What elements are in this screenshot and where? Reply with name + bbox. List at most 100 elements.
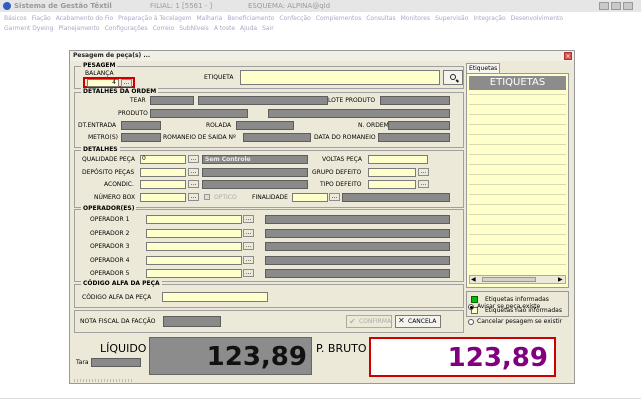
numero-box-lookup-button[interactable]: ... xyxy=(188,193,199,201)
legend-informadas-swatch xyxy=(471,296,478,303)
balanca-field[interactable]: 4 xyxy=(87,79,119,87)
etiquetas-list[interactable] xyxy=(469,91,566,274)
qualidade-lookup-button[interactable]: ... xyxy=(188,155,199,163)
tara-label: Tara xyxy=(76,359,89,366)
menu-item-row2-2[interactable]: Configurações xyxy=(105,25,148,32)
finalidade-field[interactable] xyxy=(292,193,328,202)
qualidade-field[interactable]: 0 xyxy=(140,155,186,164)
lote-produto-label: LOTE PRODUTO xyxy=(328,97,376,104)
produto-field-a[interactable] xyxy=(150,109,248,118)
etiquetas-scrollbar[interactable]: ◀ ▶ xyxy=(469,275,566,284)
romaneio-saida-label: ROMANEIO DE SAIDA Nº xyxy=(163,134,236,141)
tear-field-a[interactable] xyxy=(150,96,194,105)
balanca-lookup-button[interactable]: ... xyxy=(121,79,132,87)
operador-field-1[interactable] xyxy=(146,215,242,224)
menu-item-12[interactable]: Desenvolvimento xyxy=(511,15,563,22)
operador-lookup-button-2[interactable]: ... xyxy=(243,228,254,237)
menu-item-8[interactable]: Consultas xyxy=(366,15,395,22)
grupo-defeito-lookup-button[interactable]: ... xyxy=(418,168,429,176)
menu-item-4[interactable]: Malharia xyxy=(197,15,223,22)
menu-item-row2-4[interactable]: SubNíveis xyxy=(179,25,209,32)
scroll-left-icon[interactable]: ◀ xyxy=(471,276,476,283)
optico-label: OPTICO xyxy=(214,194,237,201)
tipo-defeito-field[interactable] xyxy=(368,180,416,189)
menu-item-9[interactable]: Monitores xyxy=(401,15,431,22)
operador-lookup-button-5[interactable]: ... xyxy=(243,269,254,277)
radio-avisar-dot xyxy=(470,306,473,309)
n-ordem-label: N. ORDEM xyxy=(358,122,389,129)
operador-name-field-1 xyxy=(265,215,450,224)
n-ordem-field[interactable] xyxy=(388,121,450,130)
acondic-field[interactable] xyxy=(140,180,186,189)
menu-item-2[interactable]: Acabamento do Fio xyxy=(56,15,113,22)
lote-produto-field[interactable] xyxy=(380,96,450,105)
dialog-close-button[interactable]: × xyxy=(564,52,572,60)
operador-lookup-button-3[interactable]: ... xyxy=(243,242,254,250)
minimize-button[interactable] xyxy=(599,2,609,10)
cancela-label: CANCELA xyxy=(408,318,437,325)
etiqueta-label: ETIQUETA xyxy=(204,74,234,81)
nota-fiscal-label: NOTA FISCAL DA FACÇÃO xyxy=(80,318,156,325)
menu-item-row2-3[interactable]: Correio xyxy=(153,25,175,32)
menu-item-3[interactable]: Preparação à Tecelagem xyxy=(118,15,191,22)
etiqueta-field[interactable] xyxy=(240,70,440,85)
bruto-label: P. BRUTO xyxy=(316,342,367,355)
operador-field-5[interactable] xyxy=(146,269,242,278)
dt-entrada-field[interactable] xyxy=(121,121,161,130)
menu-item-0[interactable]: Básicos xyxy=(4,15,27,22)
cancela-button[interactable]: ✕ CANCELA xyxy=(395,315,441,328)
operador-label-5: OPERADOR 5 xyxy=(90,270,130,277)
acondic-lookup-button[interactable]: ... xyxy=(188,180,199,188)
grupo-defeito-field[interactable] xyxy=(368,168,416,177)
x-icon: ✕ xyxy=(398,316,405,325)
codigo-field[interactable] xyxy=(162,292,268,302)
menu-item-6[interactable]: Confecção xyxy=(279,15,310,22)
optico-checkbox[interactable] xyxy=(204,194,210,200)
deposito-field[interactable] xyxy=(140,168,186,177)
voltas-field[interactable] xyxy=(368,155,428,164)
data-romaneio-field[interactable] xyxy=(378,133,450,142)
metros-field[interactable] xyxy=(121,133,161,142)
radio-cancelar[interactable] xyxy=(468,319,474,325)
menu-item-row2-0[interactable]: Garment Dyeing xyxy=(4,25,53,32)
resize-grip[interactable] xyxy=(74,379,134,382)
menu-item-10[interactable]: Supervisão xyxy=(435,15,468,22)
operador-lookup-button-1[interactable]: ... xyxy=(243,215,254,223)
operador-label-3: OPERADOR 3 xyxy=(90,243,130,250)
confirma-button[interactable]: ✔ CONFIRMA xyxy=(346,315,392,328)
tara-field[interactable] xyxy=(91,358,141,367)
deposito-lookup-button[interactable]: ... xyxy=(188,168,199,176)
nota-fiscal-field[interactable] xyxy=(163,316,221,327)
etiqueta-search-button[interactable] xyxy=(443,70,463,85)
menu-item-row2-7[interactable]: Sair xyxy=(262,25,274,32)
numero-box-field[interactable] xyxy=(140,193,186,202)
operador-lookup-button-4[interactable]: ... xyxy=(243,255,254,264)
menu-item-7[interactable]: Complementos xyxy=(316,15,361,22)
romaneio-saida-field[interactable] xyxy=(243,133,311,142)
menu-item-row2-5[interactable]: A toste xyxy=(214,25,235,32)
bruto-value: 123,89 xyxy=(447,343,548,373)
finalidade-lookup-button[interactable]: ... xyxy=(329,193,340,201)
menu-item-row2-1[interactable]: Planejamento xyxy=(58,25,99,32)
close-window-button[interactable] xyxy=(623,2,633,10)
operador-field-4[interactable] xyxy=(146,255,242,265)
tear-field-b[interactable] xyxy=(198,96,328,105)
tipo-defeito-lookup-button[interactable]: ... xyxy=(418,180,429,188)
scroll-right-icon[interactable]: ▶ xyxy=(558,276,563,283)
rolada-field[interactable] xyxy=(236,121,294,130)
app-title: Sistema de Gestão Têxtil xyxy=(14,2,112,10)
menu-item-1[interactable]: Fiação xyxy=(32,15,51,22)
menu-item-5[interactable]: Beneficiamento xyxy=(227,15,274,22)
operador-name-field-4 xyxy=(265,255,450,265)
operador-field-3[interactable] xyxy=(146,242,242,251)
filial-text: FILIAL: 1 [5561 - ] xyxy=(150,2,213,10)
menu-item-row2-6[interactable]: Ajuda xyxy=(240,25,257,32)
detalhes-title: DETALHES xyxy=(81,146,120,154)
operador-field-2[interactable] xyxy=(146,228,242,238)
scroll-thumb[interactable] xyxy=(482,277,536,282)
menu-item-11[interactable]: Integração xyxy=(473,15,505,22)
tab-etiquetas[interactable]: Etiquetas xyxy=(466,63,500,73)
produto-field-b[interactable] xyxy=(268,109,450,118)
operadores-title: OPERADOR(ES) xyxy=(81,205,137,213)
maximize-button[interactable] xyxy=(611,2,621,10)
